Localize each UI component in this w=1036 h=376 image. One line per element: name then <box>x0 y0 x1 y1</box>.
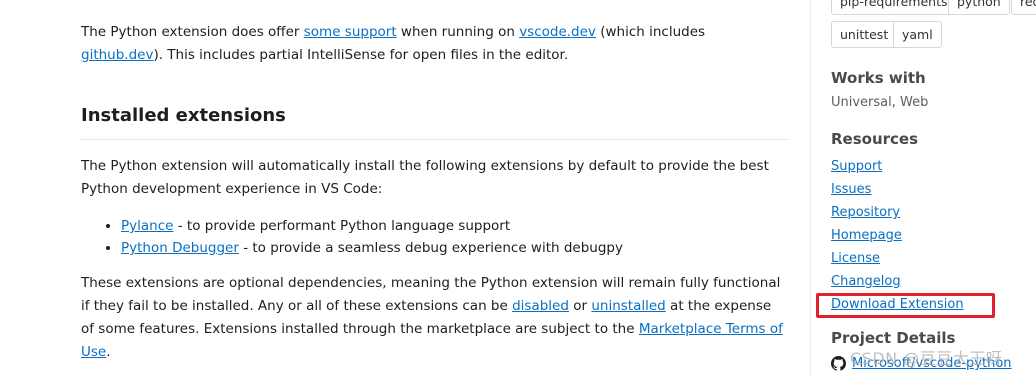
installed-extensions-list: Pylance - to provide performant Python l… <box>81 215 623 259</box>
tag-unittest[interactable]: unittest <box>831 21 898 48</box>
intro-text-1: The Python extension does offer <box>81 24 304 40</box>
tag-req[interactable]: req <box>1011 0 1036 15</box>
disabled-link[interactable]: disabled <box>512 298 569 314</box>
download-extension-highlight-box <box>816 293 995 318</box>
changelog-link[interactable]: Changelog <box>831 270 964 293</box>
web-support-paragraph: The Python extension does offer some sup… <box>81 21 786 67</box>
pylance-description: - to provide performant Python language … <box>173 218 511 234</box>
intro-text-2: when running on <box>396 24 520 40</box>
sidebar-divider <box>810 0 811 376</box>
heading-divider <box>81 139 789 140</box>
tag-pip-requirements[interactable]: pip-requirements <box>831 0 957 15</box>
resources-list: Support Issues Repository Homepage Licen… <box>831 155 964 316</box>
intro-text-4: ). This includes partial IntelliSense fo… <box>153 47 569 63</box>
resources-heading: Resources <box>831 130 919 148</box>
uninstalled-link[interactable]: uninstalled <box>591 298 665 314</box>
pylance-link[interactable]: Pylance <box>121 218 173 234</box>
tag-yaml[interactable]: yaml <box>893 21 942 48</box>
some-support-link[interactable]: some support <box>304 24 397 40</box>
works-with-value: Universal, Web <box>831 95 929 110</box>
installed-extensions-heading: Installed extensions <box>81 105 286 126</box>
tag-python[interactable]: python <box>948 0 1010 15</box>
repository-link[interactable]: Repository <box>831 201 964 224</box>
github-dev-link[interactable]: github.dev <box>81 47 153 63</box>
optional-text-2: or <box>568 298 592 314</box>
issues-link[interactable]: Issues <box>831 178 964 201</box>
intro-text-3: (which includes <box>595 24 706 40</box>
python-debugger-description: - to provide a seamless debug experience… <box>238 240 623 256</box>
optional-dependencies-paragraph: These extensions are optional dependenci… <box>81 272 786 364</box>
homepage-link[interactable]: Homepage <box>831 224 964 247</box>
github-icon <box>831 356 846 371</box>
vscode-dev-link[interactable]: vscode.dev <box>519 24 596 40</box>
csdn-watermark: CSDN @豆豆大王呀 <box>850 349 1003 368</box>
extension-sidebar: pip-requirements python req unittest yam… <box>831 0 1036 376</box>
support-link[interactable]: Support <box>831 155 964 178</box>
auto-install-paragraph: The Python extension will automatically … <box>81 158 769 197</box>
works-with-heading: Works with <box>831 69 926 87</box>
list-item: Pylance - to provide performant Python l… <box>121 215 623 237</box>
optional-text-4: . <box>106 344 111 360</box>
list-item: Python Debugger - to provide a seamless … <box>121 237 623 259</box>
python-debugger-link[interactable]: Python Debugger <box>121 240 239 256</box>
license-link[interactable]: License <box>831 247 964 270</box>
extension-details-main: The Python extension does offer some sup… <box>0 0 800 376</box>
